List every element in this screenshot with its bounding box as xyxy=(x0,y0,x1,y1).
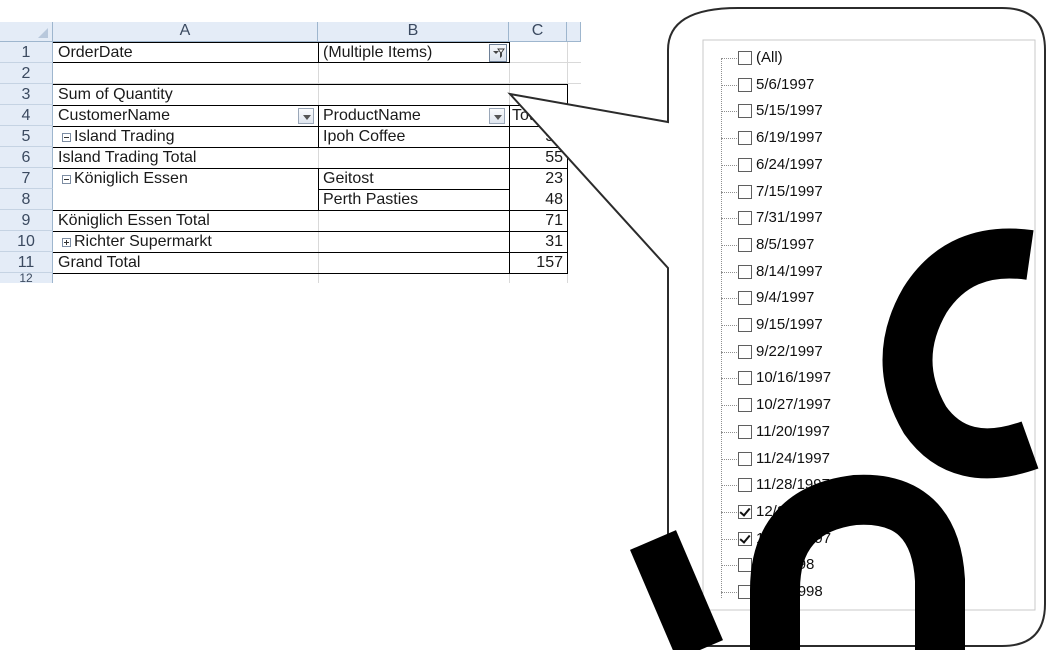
tree-branch-line xyxy=(721,565,737,567)
filter-list-item[interactable]: 12/23/1997 xyxy=(712,502,932,523)
filter-list-item[interactable]: (All) xyxy=(712,48,932,69)
tree-branch-line xyxy=(721,111,737,113)
filter-item-label: 5/6/1997 xyxy=(756,75,815,93)
checkbox-icon[interactable] xyxy=(738,131,752,146)
filter-list-item[interactable]: 5/15/1997 xyxy=(712,101,932,122)
filter-list-item[interactable]: 6/19/1997 xyxy=(712,128,932,149)
filter-item-label: 12/23/1997 xyxy=(756,502,832,520)
filter-item-label: 10/27/1997 xyxy=(756,396,832,414)
filter-item-label: 9/4/1997 xyxy=(756,289,815,307)
filter-list-item[interactable]: 9/22/1997 xyxy=(712,342,932,363)
checkbox-icon[interactable] xyxy=(738,371,752,386)
filter-item-label: 6/19/1997 xyxy=(756,129,823,147)
filter-item-label: 11/28/1997 xyxy=(756,476,830,494)
filter-list-item[interactable]: 5/6/1997 xyxy=(712,75,932,96)
tree-branch-line xyxy=(721,164,737,166)
filter-item-label: 1/6/1998 xyxy=(756,556,815,574)
filter-item-label: 11/24/1997 xyxy=(756,449,830,467)
checkbox-icon[interactable] xyxy=(738,77,752,92)
filter-item-label: 10/16/1997 xyxy=(756,369,832,387)
filter-list-item[interactable]: 6/24/1997 xyxy=(712,155,932,176)
tree-branch-line xyxy=(721,592,737,593)
tree-branch-line xyxy=(721,325,737,326)
checkbox-icon[interactable] xyxy=(738,585,752,599)
filter-item-label: 6/24/1997 xyxy=(756,155,823,173)
tree-branch-line xyxy=(721,485,737,487)
filter-item-label: (All) xyxy=(756,49,783,66)
filter-list-item[interactable]: 12/26/1997 xyxy=(712,529,932,550)
tree-branch-line xyxy=(721,378,737,380)
filter-list-item[interactable]: 7/15/1997 xyxy=(712,182,932,203)
filter-list-item[interactable]: 1/23/1998 xyxy=(712,582,932,603)
filter-list-item[interactable]: 8/14/1997 xyxy=(712,262,932,283)
checkbox-icon[interactable] xyxy=(738,237,752,252)
filter-list-item[interactable]: 7/31/1997 xyxy=(712,208,932,229)
tree-branch-line xyxy=(721,244,737,246)
checkbox-icon[interactable] xyxy=(738,531,752,546)
filter-list-item[interactable]: 8/5/1997 xyxy=(712,235,932,256)
tree-branch-line xyxy=(721,511,737,513)
filter-item-label: 7/31/1997 xyxy=(756,209,823,227)
tree-branch-line xyxy=(721,84,737,86)
tree-branch-line xyxy=(721,138,737,140)
tree-branch-line xyxy=(721,218,737,220)
filter-item-label: 8/5/1997 xyxy=(756,235,815,253)
checkbox-icon[interactable] xyxy=(738,157,752,172)
checkbox-icon[interactable] xyxy=(738,211,752,226)
tree-branch-line xyxy=(721,431,737,433)
checkbox-icon[interactable] xyxy=(738,558,752,573)
checkbox-icon[interactable] xyxy=(738,264,752,279)
checkbox-icon[interactable] xyxy=(738,398,752,413)
checkbox-icon[interactable] xyxy=(738,51,752,65)
filter-item-label: 11/20/1997 xyxy=(756,422,830,440)
filter-item-label: 12/26/1997 xyxy=(756,529,832,547)
tree-branch-line xyxy=(721,405,737,407)
filter-list-item[interactable]: 9/4/1997 xyxy=(712,288,932,309)
filter-item-label: 1/23/1998 xyxy=(756,583,823,600)
checkbox-icon[interactable] xyxy=(738,318,752,332)
tree-branch-line xyxy=(721,458,737,460)
tree-branch-line xyxy=(721,271,737,273)
checkbox-icon[interactable] xyxy=(738,344,752,359)
filter-list-item[interactable]: 1/6/1998 xyxy=(712,555,932,576)
checkbox-icon[interactable] xyxy=(738,478,752,493)
checkbox-icon[interactable] xyxy=(738,104,752,119)
filter-list-item[interactable]: 10/27/1997 xyxy=(712,395,932,416)
checkbox-icon[interactable] xyxy=(738,504,752,519)
filter-list-item[interactable]: 10/16/1997 xyxy=(712,368,932,389)
tree-branch-line xyxy=(721,298,737,300)
filter-item-label: 9/15/1997 xyxy=(756,316,823,333)
filter-item-label: 8/14/1997 xyxy=(756,262,823,280)
tree-branch-line xyxy=(721,58,737,59)
filter-list-item[interactable]: 11/28/1997 xyxy=(712,475,932,496)
filter-list-item[interactable]: 11/20/1997 xyxy=(712,422,932,443)
checkbox-icon[interactable] xyxy=(738,451,752,466)
filter-item-label: 9/22/1997 xyxy=(756,342,823,360)
filter-list-item[interactable]: 9/15/1997 xyxy=(712,315,932,336)
tree-branch-line xyxy=(721,191,737,193)
tree-branch-line xyxy=(721,538,737,540)
filter-list-item[interactable]: 11/24/1997 xyxy=(712,449,932,470)
filter-item-label: 7/15/1997 xyxy=(756,182,823,200)
tree-branch-line xyxy=(721,351,737,353)
checkbox-icon[interactable] xyxy=(738,424,752,439)
checkbox-icon[interactable] xyxy=(738,291,752,306)
checkbox-icon[interactable] xyxy=(738,184,752,199)
filter-item-label: 5/15/1997 xyxy=(756,102,823,120)
